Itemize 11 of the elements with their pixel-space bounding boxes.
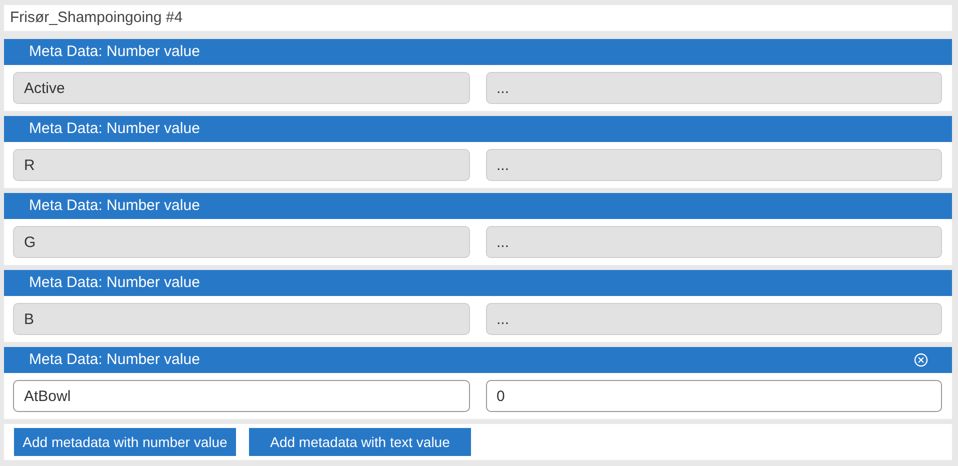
add-metadata-button[interactable]: Add metadata with number value (14, 428, 236, 456)
add-metadata-button[interactable]: Add metadata with text value (249, 428, 471, 456)
record-title: Frisør_Shampoingoing #4 (4, 5, 952, 31)
section-title: Meta Data: Number value (29, 350, 200, 370)
section-title: Meta Data: Number value (29, 42, 200, 62)
section-title: Meta Data: Number value (29, 196, 200, 216)
section-title: Meta Data: Number value (29, 118, 200, 139)
name-field[interactable]: AtBowl (13, 380, 470, 412)
section-title: Meta Data: Number value (29, 272, 200, 293)
close-icon[interactable] (914, 353, 928, 367)
value-field[interactable]: 0 (486, 380, 942, 412)
